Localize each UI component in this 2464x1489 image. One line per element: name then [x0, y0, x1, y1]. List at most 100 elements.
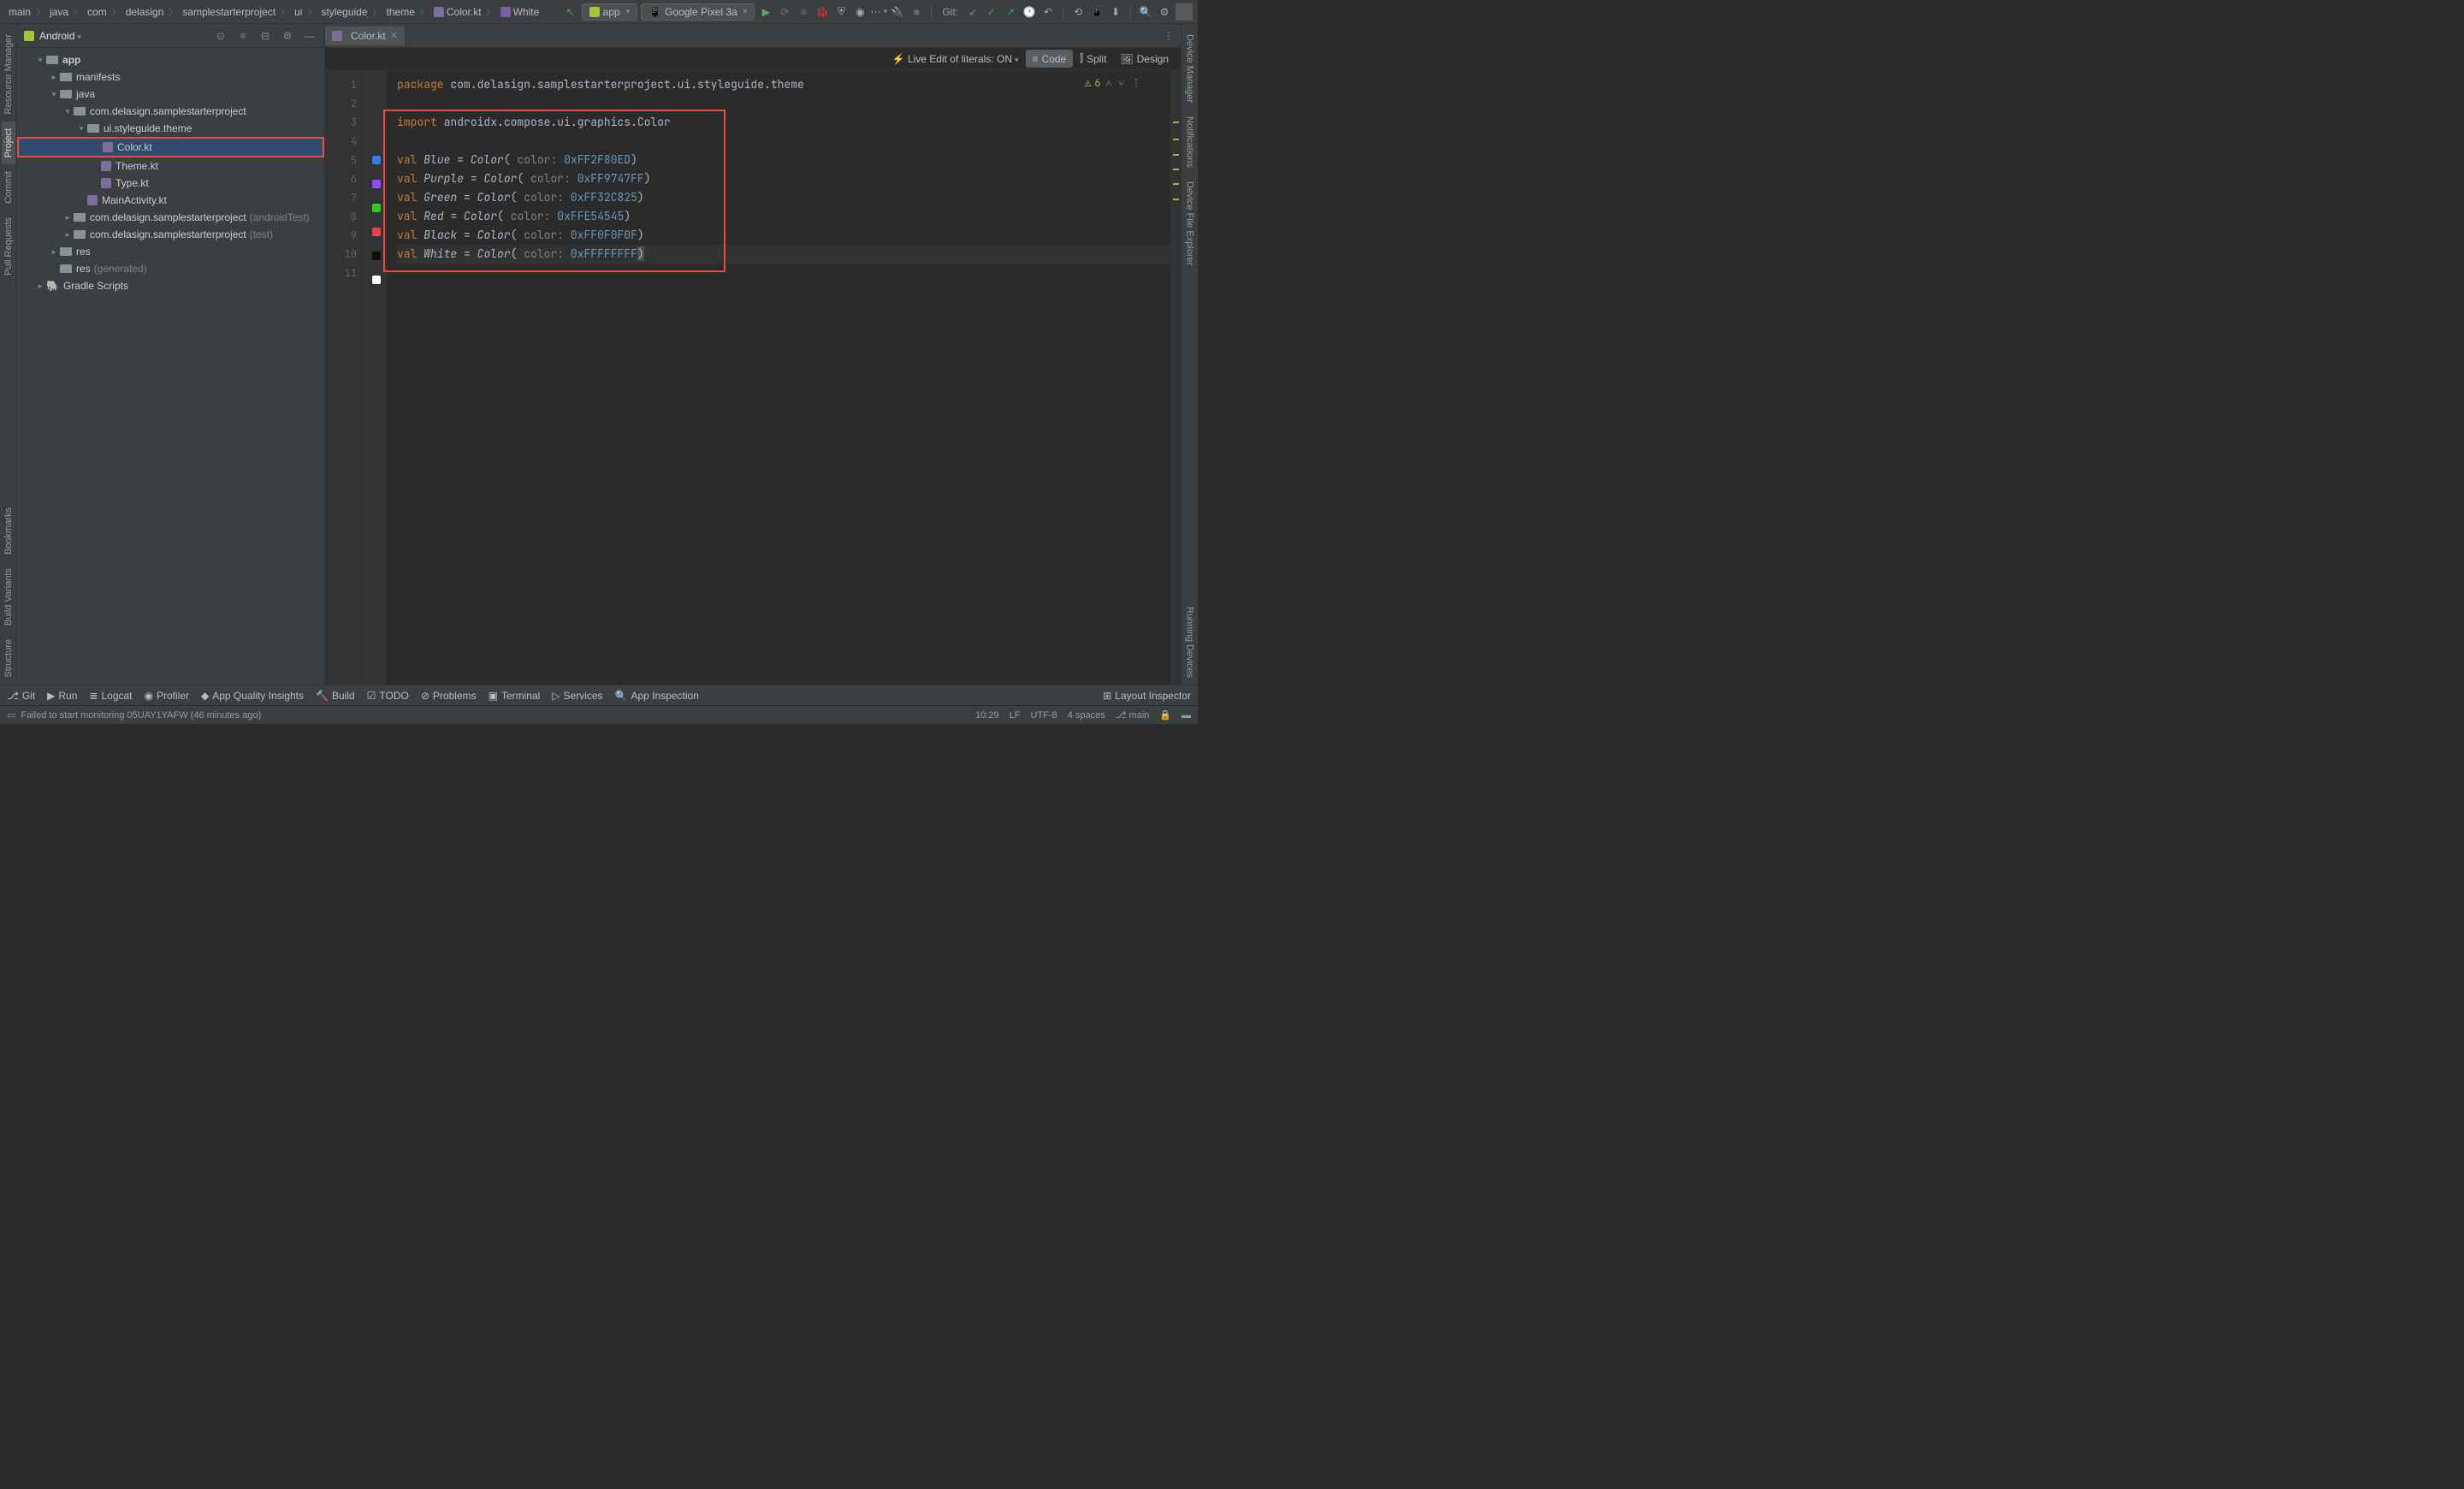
bc-com[interactable]: com: [84, 6, 110, 18]
bc-symbol[interactable]: White: [497, 6, 543, 18]
warning-indicator[interactable]: ⚠ 6 ˄ ˅ ⋮: [1081, 70, 1146, 96]
status-message[interactable]: Failed to start monitoring 05UAY1YAFW (4…: [21, 710, 261, 721]
bt-problems[interactable]: ⊘Problems: [421, 690, 477, 702]
bt-git[interactable]: ⎇Git: [7, 690, 35, 702]
live-edit-toggle[interactable]: ⚡ Live Edit of literals: ON: [892, 53, 1019, 65]
bt-quality[interactable]: ◆App Quality Insights: [201, 690, 304, 702]
bt-terminal[interactable]: ▣Terminal: [489, 690, 541, 702]
git-branch[interactable]: ⎇ main: [1116, 709, 1150, 721]
close-tab-icon[interactable]: ✕: [390, 30, 398, 41]
tree-manifests[interactable]: ▸manifests: [17, 68, 324, 86]
memory-icon[interactable]: ▬: [1182, 710, 1191, 721]
code-line[interactable]: val Blue = Color( color: 0xFF2F80ED): [397, 151, 1170, 169]
expand-all-icon[interactable]: ≡: [235, 28, 251, 44]
color-swatch[interactable]: [372, 156, 381, 164]
tab-device-file-explorer[interactable]: Device File Explorer: [1183, 175, 1197, 272]
collapse-all-icon[interactable]: ⊟: [258, 28, 273, 44]
stop-button[interactable]: ■: [909, 4, 924, 20]
error-stripe[interactable]: [1170, 70, 1181, 685]
tree-pkg-main[interactable]: ▾com.delasign.samplestarterproject: [17, 103, 324, 120]
tree-res[interactable]: ▸res: [17, 243, 324, 260]
file-encoding[interactable]: UTF-8: [1031, 710, 1057, 721]
code-area[interactable]: ⚠ 6 ˄ ˅ ⋮ package com.delasign.samplesta…: [387, 70, 1170, 685]
tab-bookmarks[interactable]: Bookmarks: [2, 501, 15, 561]
color-swatch[interactable]: [372, 252, 381, 260]
select-opened-icon[interactable]: ⊙: [213, 28, 228, 44]
editor-tab-color[interactable]: Color.kt ✕: [325, 27, 406, 45]
tree-java[interactable]: ▾java: [17, 86, 324, 103]
tab-commit[interactable]: Commit: [2, 164, 15, 211]
bc-main[interactable]: main: [5, 6, 34, 18]
bc-java[interactable]: java: [46, 6, 72, 18]
apply-code-icon[interactable]: ≡: [796, 4, 811, 20]
more-run-icon[interactable]: ⋯: [871, 4, 886, 20]
git-push-icon[interactable]: ↗: [1003, 4, 1018, 20]
bc-theme[interactable]: theme: [383, 6, 418, 18]
git-commit-icon[interactable]: ✓: [984, 4, 999, 20]
bt-profiler[interactable]: ◉Profiler: [145, 690, 190, 702]
lock-icon[interactable]: 🔒: [1159, 709, 1171, 721]
tree-pkg-test[interactable]: ▸com.delasign.samplestarterproject(test): [17, 226, 324, 243]
code-line[interactable]: val Black = Color( color: 0xFF0F0F0F): [397, 226, 1170, 245]
project-view-selector[interactable]: Android: [39, 30, 81, 42]
tab-running-devices[interactable]: Running Devices: [1183, 600, 1197, 685]
code-line[interactable]: val Green = Color( color: 0xFF32C825): [397, 188, 1170, 207]
git-history-icon[interactable]: 🕐: [1022, 4, 1037, 20]
view-design-button[interactable]: 🖼 Design: [1113, 50, 1176, 68]
cursor-position[interactable]: 10:29: [975, 710, 999, 721]
tab-build-variants[interactable]: Build Variants: [2, 561, 15, 632]
bt-build[interactable]: 🔨Build: [316, 690, 355, 702]
tree-res-gen[interactable]: res(generated): [17, 260, 324, 277]
tree-file-type[interactable]: Type.kt: [17, 175, 324, 192]
tree-pkg-androidtest[interactable]: ▸com.delasign.samplestarterproject(andro…: [17, 209, 324, 226]
search-icon[interactable]: 🔍: [1138, 4, 1153, 20]
bt-layout-inspector[interactable]: ⊞Layout Inspector: [1103, 690, 1191, 702]
code-line[interactable]: val White = Color( color: 0xFFFFFFFF): [397, 245, 1170, 264]
tab-device-manager[interactable]: Device Manager: [1183, 27, 1197, 110]
profile-icon[interactable]: ◉: [852, 4, 868, 20]
tab-structure[interactable]: Structure: [2, 632, 15, 685]
code-line[interactable]: import androidx.compose.ui.graphics.Colo…: [397, 113, 1170, 132]
tab-resource-manager[interactable]: Resource Manager: [2, 27, 15, 122]
run-config-dropdown[interactable]: app: [582, 3, 638, 21]
hide-panel-icon[interactable]: —: [302, 28, 317, 44]
tree-file-color[interactable]: Color.kt: [17, 137, 324, 157]
indent-setting[interactable]: 4 spaces: [1068, 710, 1105, 721]
bc-delasign[interactable]: delasign: [122, 6, 168, 18]
tree-app[interactable]: ▾app: [17, 51, 324, 68]
editor-tabs-menu-icon[interactable]: ⋮: [1157, 30, 1181, 42]
run-button[interactable]: ▶: [758, 4, 773, 20]
sdk-icon[interactable]: ⬇: [1108, 4, 1123, 20]
attach-debugger-icon[interactable]: 🔌: [890, 4, 905, 20]
user-avatar[interactable]: [1176, 3, 1193, 21]
tree-gradle[interactable]: ▸🐘Gradle Scripts: [17, 277, 324, 294]
tree-file-theme[interactable]: Theme.kt: [17, 157, 324, 175]
bt-services[interactable]: ▷Services: [552, 690, 602, 702]
code-line[interactable]: [397, 264, 1170, 282]
bt-inspection[interactable]: 🔍App Inspection: [615, 690, 699, 702]
view-split-button[interactable]: ⫿ Split: [1073, 50, 1113, 68]
view-code-button[interactable]: ≡ Code: [1026, 50, 1074, 68]
bt-run[interactable]: ▶Run: [47, 690, 77, 702]
sync-icon[interactable]: ⟲: [1070, 4, 1086, 20]
tab-notifications[interactable]: Notifications: [1183, 110, 1197, 175]
debug-button[interactable]: 🐞: [814, 4, 830, 20]
code-line[interactable]: package com.delasign.samplestarterprojec…: [397, 75, 1170, 94]
inspection-menu-icon[interactable]: ⋮: [1129, 74, 1143, 92]
prev-highlight-icon[interactable]: ˄: [1104, 74, 1113, 92]
gutter-swatches[interactable]: [366, 70, 387, 685]
bc-file[interactable]: Color.kt: [430, 6, 485, 18]
bt-logcat[interactable]: ≣Logcat: [89, 690, 132, 702]
code-line[interactable]: [397, 132, 1170, 151]
next-highlight-icon[interactable]: ˅: [1116, 74, 1126, 92]
bc-ui[interactable]: ui: [291, 6, 305, 18]
color-swatch[interactable]: [372, 204, 381, 212]
tree-pkg-theme[interactable]: ▾ui.styleguide.theme: [17, 120, 324, 137]
code-line[interactable]: val Purple = Color( color: 0xFF9747FF): [397, 169, 1170, 188]
code-line[interactable]: val Red = Color( color: 0xFFE54545): [397, 207, 1170, 226]
project-tree[interactable]: ▾app ▸manifests ▾java ▾com.delasign.samp…: [17, 48, 324, 685]
coverage-icon[interactable]: ⛨: [833, 4, 849, 20]
tab-project[interactable]: Project: [2, 122, 15, 164]
color-swatch[interactable]: [372, 228, 381, 236]
bc-styleguide[interactable]: styleguide: [317, 6, 370, 18]
